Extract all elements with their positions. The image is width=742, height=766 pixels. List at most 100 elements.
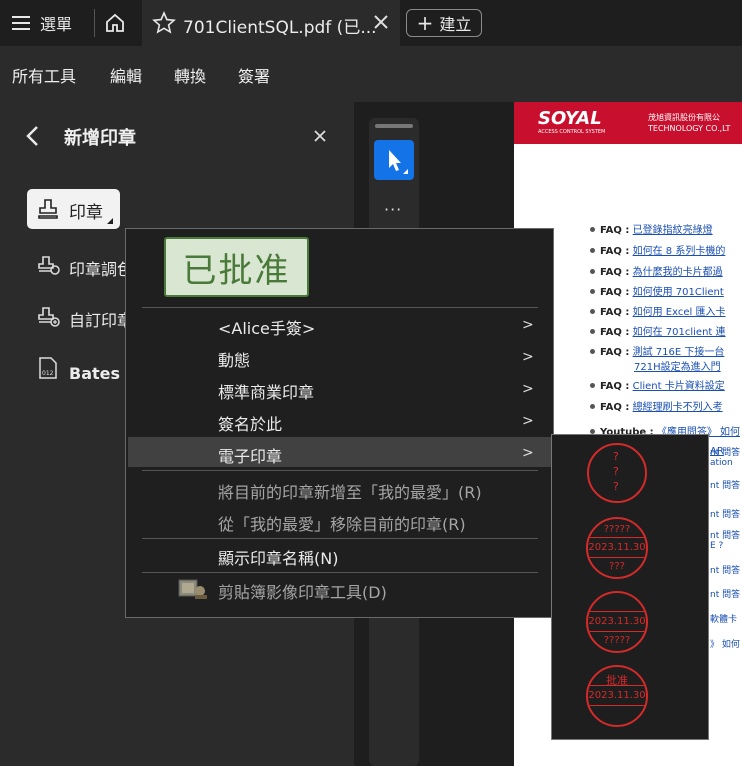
company-name: 茂旭資訊股份有限公 [648,113,720,122]
stamp-option-date-1[interactable]: ????? 2023.11.30 ??? [586,517,648,579]
menu-edit[interactable]: 編輯 [110,63,142,87]
close-icon [374,15,388,29]
stamp-date: 2023.11.30 [588,542,646,553]
menu-button[interactable]: 選單 [12,10,72,36]
stamp-top-text: ????? [603,524,631,535]
svg-text:012: 012 [42,370,54,377]
stamp-option-date-2[interactable]: 2023.11.30 ????? [586,591,648,653]
doc-fragment: 》 如何 [710,640,740,650]
company-name-en: TECHNOLOGY CO.,LT [648,124,731,133]
stamp-option-approved[interactable]: 批准 2023.11.30 [586,665,648,727]
stamp-bottom-text: ??? [609,561,625,572]
cursor-arrow-icon [389,150,408,174]
tool-custom-stamp[interactable]: 自訂印章 [69,307,133,331]
close-icon [314,130,326,142]
faq-item-continued[interactable]: 721H設定為進入門 [634,358,721,373]
new-tab-label: 建立 [439,15,472,34]
menu-item-standard-business[interactable]: 標準商業印章 [218,379,314,403]
stamp-line [588,537,646,538]
logo-subtitle: ACCESS CONTROL SYSTEM [538,129,606,135]
bullet [590,248,595,253]
chevron-right-icon: > [522,349,534,365]
bullet [590,289,595,294]
faq-item[interactable]: FAQ : 如何用 Excel 匯入卡 [600,303,725,318]
stamp-text: ? [613,450,619,463]
menu-item-show-stamp-names[interactable]: 顯示印章名稱(N) [218,545,338,569]
stamp-text: ? [613,465,619,478]
faq-item[interactable]: FAQ : 測試 716E 下接一台 [600,343,724,358]
faq-item[interactable]: FAQ : 為什麼我的卡片都過 [600,263,723,278]
menu-item-highlight [128,437,553,467]
doc-fragment: 軟體卡 [710,615,738,625]
menu-bar: 所有工具 編輯 轉換 簽署 [0,46,742,102]
back-button[interactable] [24,124,42,152]
stamp-line [588,611,646,612]
drag-handle[interactable] [375,124,413,128]
chevron-left-icon [26,126,38,146]
stamp-date: 2023.11.30 [588,690,646,701]
menu-separator [142,307,538,308]
bullet [590,349,595,354]
stamp-date: 2023.11.30 [588,616,646,627]
menu-convert[interactable]: 轉換 [174,63,206,87]
more-tools-icon[interactable]: ··· [384,200,402,219]
menu-item-remove-favorite[interactable]: 從「我的最愛」移除目前的印章(R) [218,511,466,535]
menu-item-electronic-stamp[interactable]: 電子印章 [218,443,282,467]
stamp-palette-icon [37,254,61,282]
stamp-top-text: 批准 [606,674,628,687]
faq-item[interactable]: FAQ : 如何在 701client 連 [600,323,726,338]
menu-item-alice-signature[interactable]: <Alice手簽> [218,315,315,339]
menu-label: 選單 [40,15,73,34]
doc-fragment: nt 問答 [710,531,741,541]
stamp-icon [38,199,58,219]
doc-fragment: nt 問答 [710,590,741,600]
chevron-right-icon: > [522,381,534,397]
menu-item-add-favorite[interactable]: 將目前的印章新增至「我的最愛」(R) [218,479,482,503]
faq-item[interactable]: FAQ : 如何使用 701Client [600,283,724,298]
close-panel-button[interactable] [313,128,327,147]
menu-item-clipboard-image-stamp[interactable]: 剪貼簿影像印章工具(D) [218,579,387,603]
chevron-right-icon: > [522,413,534,429]
tool-stamp-palette[interactable]: 印章調色 [69,256,133,280]
tab-title: 701ClientSQL.pdf (已... [183,18,377,38]
new-tab-button[interactable]: + 建立 [406,9,482,37]
doc-fragment: nt 問答 [710,510,741,520]
plus-icon: + [416,11,434,35]
bullet [590,329,595,334]
custom-stamp-icon [37,305,61,333]
stamp-line [588,631,646,632]
bullet [590,383,595,388]
faq-item[interactable]: FAQ : 已登錄指紋亮綠燈 [600,221,713,236]
menu-sign[interactable]: 簽署 [238,63,270,87]
doc-fragment: ation [710,458,733,468]
bullet [590,404,595,409]
home-button[interactable] [104,12,126,38]
star-icon[interactable] [152,11,176,39]
menu-separator [142,572,538,573]
document-header: SOYAL ACCESS CONTROL SYSTEM 茂旭資訊股份有限公 TE… [514,102,742,144]
soyal-logo: SOYAL [538,108,602,129]
hamburger-icon [12,16,30,30]
doc-fragment: nt 問答 [710,448,741,458]
stamp-line [588,705,646,706]
stamp-option-question[interactable]: ? ? ? [587,443,647,503]
divider [94,9,95,37]
menu-item-dynamic[interactable]: 動態 [218,347,250,371]
bullet [590,309,595,314]
menu-all-tools[interactable]: 所有工具 [12,63,76,87]
clipboard-stamp-icon [178,577,208,605]
chevron-right-icon: > [522,445,534,461]
select-tool-button[interactable] [374,140,414,180]
panel-title: 新增印章 [64,128,136,149]
faq-item[interactable]: FAQ : 如何在 8 系列卡機的 [600,242,725,257]
faq-item[interactable]: FAQ : Client 卡片資料設定 [600,377,725,392]
menu-item-sign-here[interactable]: 簽名於此 [218,411,282,435]
stamp-dropdown-button[interactable]: 印章 [27,189,120,229]
dropdown-corner-icon [107,218,113,224]
close-tab-button[interactable] [372,12,390,36]
stamp-preview: 已批准 [164,237,309,297]
stamp-preview-text: 已批准 [182,250,291,291]
faq-item[interactable]: FAQ : 總經理刷卡不列入考 [600,398,723,413]
electronic-stamp-submenu: ? ? ? ????? 2023.11.30 ??? 2023.11.30 ??… [551,434,709,740]
stamp-line [588,557,646,558]
